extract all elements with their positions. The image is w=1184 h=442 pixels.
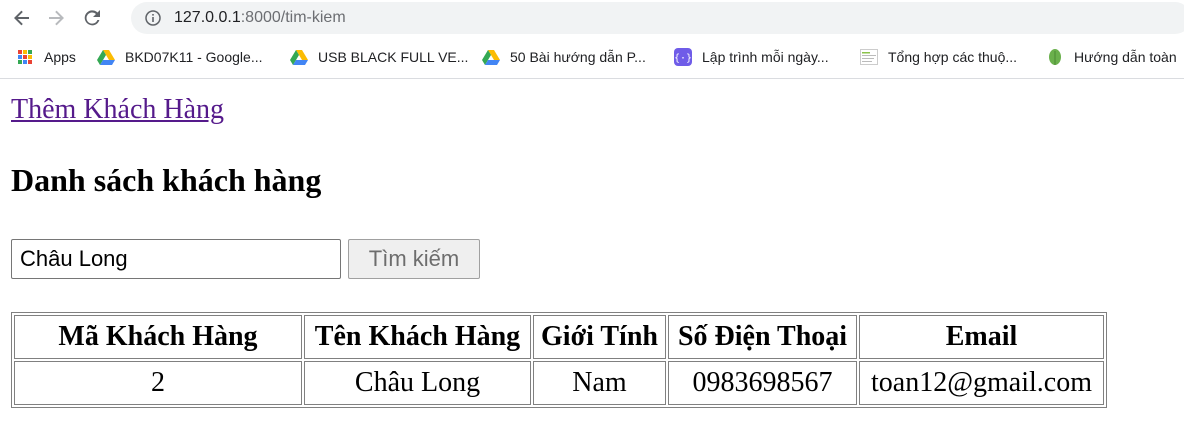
code-brackets-icon: {·} — [674, 48, 692, 66]
forward-arrow-icon[interactable] — [42, 4, 70, 32]
cell-customer-id: 2 — [14, 361, 302, 405]
browser-toolbar: 127.0.0.1:8000/tim-kiem — [0, 0, 1184, 36]
svg-text:{·}: {·} — [674, 53, 692, 64]
bookmark-label: Hướng dẫn toàn — [1074, 49, 1177, 65]
bookmark-usb-black[interactable]: USB BLACK FULL VE... — [290, 48, 468, 66]
column-header-customer-id: Mã Khách Hàng — [14, 315, 302, 359]
url-host: 127.0.0.1 — [174, 9, 241, 26]
webpage-thumbnail-icon — [860, 48, 878, 66]
search-button[interactable]: Tìm kiếm — [348, 239, 480, 279]
table-header-row: Mã Khách Hàng Tên Khách Hàng Giới Tính S… — [14, 315, 1104, 359]
search-input[interactable] — [11, 239, 341, 279]
table-row: 2 Châu Long Nam 0983698567 toan12@gmail.… — [14, 361, 1104, 405]
google-drive-icon — [482, 48, 500, 66]
bookmark-label: USB BLACK FULL VE... — [318, 49, 469, 65]
google-drive-icon — [97, 48, 115, 66]
cell-email: toan12@gmail.com — [859, 361, 1104, 405]
bookmark-label: 50 Bài hướng dẫn P... — [510, 49, 646, 65]
column-header-phone: Số Điện Thoại — [668, 315, 857, 359]
bookmark-50-bai[interactable]: 50 Bài hướng dẫn P... — [482, 48, 646, 66]
bookmark-label: Apps — [44, 49, 76, 65]
bookmarks-bar: Apps BKD07K11 - Google... USB BLACK FULL… — [0, 36, 1184, 79]
cell-customer-name: Châu Long — [304, 361, 531, 405]
add-customer-link[interactable]: Thêm Khách Hàng — [11, 94, 224, 126]
column-header-email: Email — [859, 315, 1104, 359]
bookmark-label: Lập trình mỗi ngày... — [702, 49, 829, 65]
site-info-icon[interactable] — [145, 10, 161, 26]
bookmark-tong-hop[interactable]: Tổng hợp các thuộ... — [860, 48, 1017, 66]
customer-table: Mã Khách Hàng Tên Khách Hàng Giới Tính S… — [11, 312, 1107, 408]
bookmark-bkd07k11[interactable]: BKD07K11 - Google... — [97, 48, 262, 66]
bookmark-huong-dan[interactable]: Hướng dẫn toàn — [1046, 48, 1177, 66]
page-title: Danh sách khách hàng — [11, 162, 322, 198]
leaf-icon — [1046, 48, 1064, 66]
cell-phone: 0983698567 — [668, 361, 857, 405]
column-header-customer-name: Tên Khách Hàng — [304, 315, 531, 359]
address-bar[interactable]: 127.0.0.1:8000/tim-kiem — [131, 2, 1184, 34]
bookmark-lap-trinh[interactable]: {·} Lập trình mỗi ngày... — [674, 48, 829, 66]
column-header-gender: Giới Tính — [533, 315, 666, 359]
apps-grid-icon — [16, 48, 34, 66]
bookmark-apps[interactable]: Apps — [16, 48, 76, 66]
bookmark-label: BKD07K11 - Google... — [125, 49, 263, 65]
bookmark-label: Tổng hợp các thuộ... — [888, 49, 1018, 65]
page-content: Thêm Khách Hàng Danh sách khách hàng Tìm… — [0, 80, 1184, 442]
url-path: :8000/tim-kiem — [240, 9, 346, 26]
google-drive-icon — [290, 48, 308, 66]
back-arrow-icon[interactable] — [8, 4, 36, 32]
reload-icon[interactable] — [78, 4, 106, 32]
cell-gender: Nam — [533, 361, 666, 405]
